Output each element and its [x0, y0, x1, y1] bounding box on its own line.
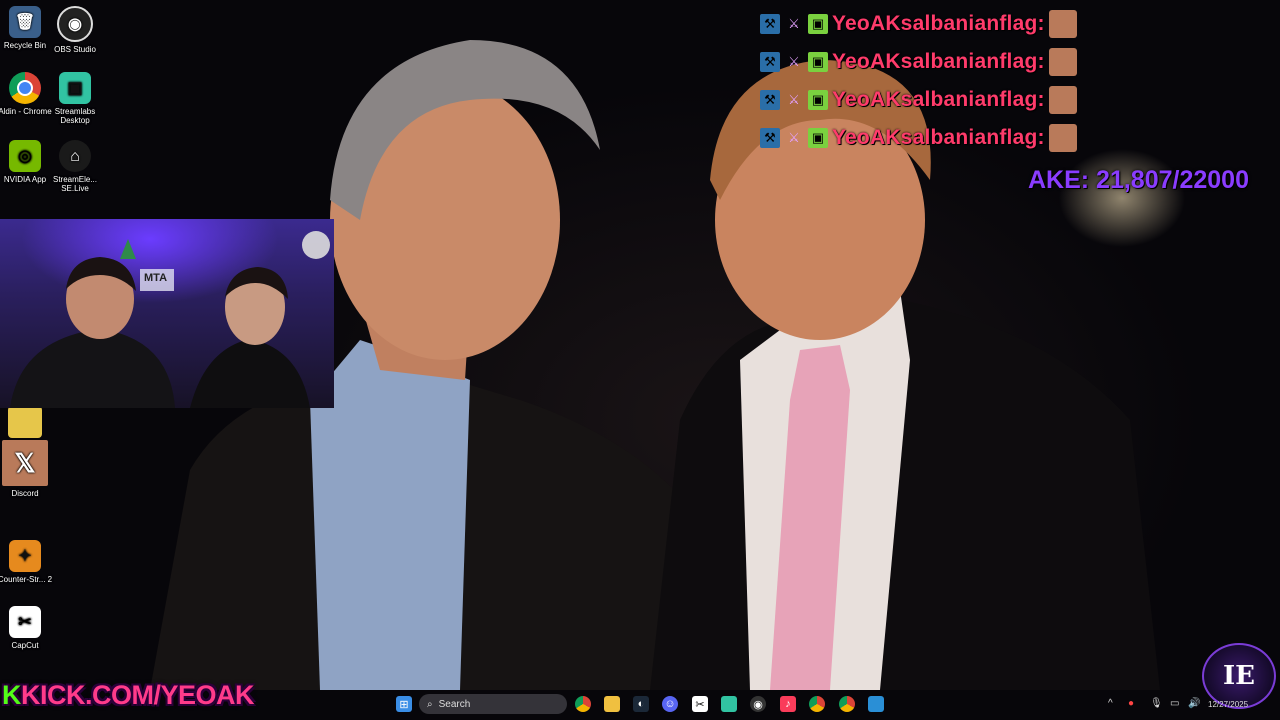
- taskbar-obs-icon[interactable]: ◉: [750, 696, 766, 712]
- webcam-sign: MTA: [144, 272, 168, 284]
- streamlabs-icon: ▣: [59, 72, 91, 104]
- gift-badge-icon: ▣: [808, 90, 828, 110]
- chat-message: ⚒ ⚔ ▣ YeoAKsalbanianflag:: [760, 85, 1077, 115]
- taskbar-discord-icon[interactable]: ☺: [662, 696, 678, 712]
- taskbar-music-icon[interactable]: ♪: [780, 696, 796, 712]
- tray-microphone-icon[interactable]: 🎙: [1150, 698, 1163, 709]
- tray-volume-icon[interactable]: 🔊: [1188, 698, 1200, 709]
- taskbar-clock[interactable]: 12/27/2025: [1208, 700, 1248, 709]
- gift-badge-icon: ▣: [808, 52, 828, 72]
- desktop-icon-counter-strike[interactable]: ✦ Counter-Str... 2: [0, 540, 55, 584]
- discord-icon: 𝕏: [2, 440, 48, 486]
- chat-username: YeoAKsalbanianflag:: [832, 50, 1045, 73]
- chat-message: ⚒ ⚔ ▣ YeoAKsalbanianflag:: [760, 47, 1077, 77]
- taskbar-streamlabs-icon[interactable]: [721, 696, 737, 712]
- face-emote-icon: [1048, 10, 1077, 38]
- hammer-badge-icon: ⚒: [760, 90, 780, 110]
- recycle-bin-icon: 🗑: [9, 6, 41, 38]
- desktop-icon-discord[interactable]: 𝕏 Discord: [0, 440, 55, 498]
- taskbar-chrome-profile-icon[interactable]: [809, 696, 825, 712]
- sword-badge-icon: ⚔: [788, 92, 800, 107]
- tray-record-icon[interactable]: ●: [1128, 698, 1134, 709]
- gift-badge-icon: ▣: [808, 14, 828, 34]
- clock-date: 12/27/2025: [1208, 700, 1249, 709]
- chat-username: YeoAKsalbanianflag:: [832, 88, 1045, 111]
- face-emote-icon: [1048, 124, 1077, 152]
- sword-badge-icon: ⚔: [788, 16, 800, 31]
- desktop-icon-capcut[interactable]: ✂ CapCut: [0, 606, 55, 650]
- taskbar-photos-icon[interactable]: [868, 696, 884, 712]
- tray-network-icon[interactable]: ▭: [1170, 698, 1179, 709]
- goal-counter: AKE: 21,807/22000: [1028, 166, 1249, 194]
- taskbar-search[interactable]: ⌕ Search: [419, 694, 567, 714]
- sword-badge-icon: ⚔: [788, 54, 800, 69]
- taskbar-chrome-profile-2-icon[interactable]: [839, 696, 855, 712]
- streamelements-icon: ⌂: [59, 140, 91, 172]
- webcam-overlay: MTA: [0, 219, 334, 408]
- taskbar-capcut-icon[interactable]: ✂: [692, 696, 708, 712]
- tray-chevron-up-icon[interactable]: ^: [1108, 698, 1113, 709]
- chrome-icon: [9, 72, 41, 104]
- search-placeholder: Search: [438, 698, 471, 710]
- desktop-icon-streamlabs[interactable]: ▣ Streamlabs Desktop: [45, 72, 105, 125]
- obs-icon: ◉: [57, 6, 93, 42]
- chat-message: ⚒ ⚔ ▣ YeoAKsalbanianflag:: [760, 9, 1077, 39]
- hammer-badge-icon: ⚒: [760, 52, 780, 72]
- face-emote-icon: [1048, 86, 1077, 114]
- taskbar-file-explorer-icon[interactable]: [604, 696, 620, 712]
- sword-badge-icon: ⚔: [788, 130, 800, 145]
- chat-message: ⚒ ⚔ ▣ YeoAKsalbanianflag:: [760, 123, 1077, 153]
- hammer-badge-icon: ⚒: [760, 128, 780, 148]
- nvidia-icon: ◎: [9, 140, 41, 172]
- taskbar-chrome-icon[interactable]: [575, 696, 591, 712]
- taskbar-steam-icon[interactable]: ◐: [633, 696, 649, 712]
- search-icon: ⌕: [427, 698, 433, 710]
- counter-strike-icon: ✦: [9, 540, 41, 572]
- face-emote-icon: [1048, 48, 1077, 76]
- gift-badge-icon: ▣: [808, 128, 828, 148]
- start-windows-icon[interactable]: ⊞: [396, 696, 412, 712]
- chat-username: YeoAKsalbanianflag:: [832, 12, 1045, 35]
- desktop-app-icon[interactable]: [8, 406, 42, 438]
- desktop-icon-streamelements[interactable]: ⌂ StreamEle... SE.Live: [45, 140, 105, 193]
- hammer-badge-icon: ⚒: [760, 14, 780, 34]
- capcut-icon: ✂: [9, 606, 41, 638]
- chat-username: YeoAKsalbanianflag:: [832, 126, 1045, 149]
- desktop-icon-obs-studio[interactable]: ◉ OBS Studio: [45, 6, 105, 54]
